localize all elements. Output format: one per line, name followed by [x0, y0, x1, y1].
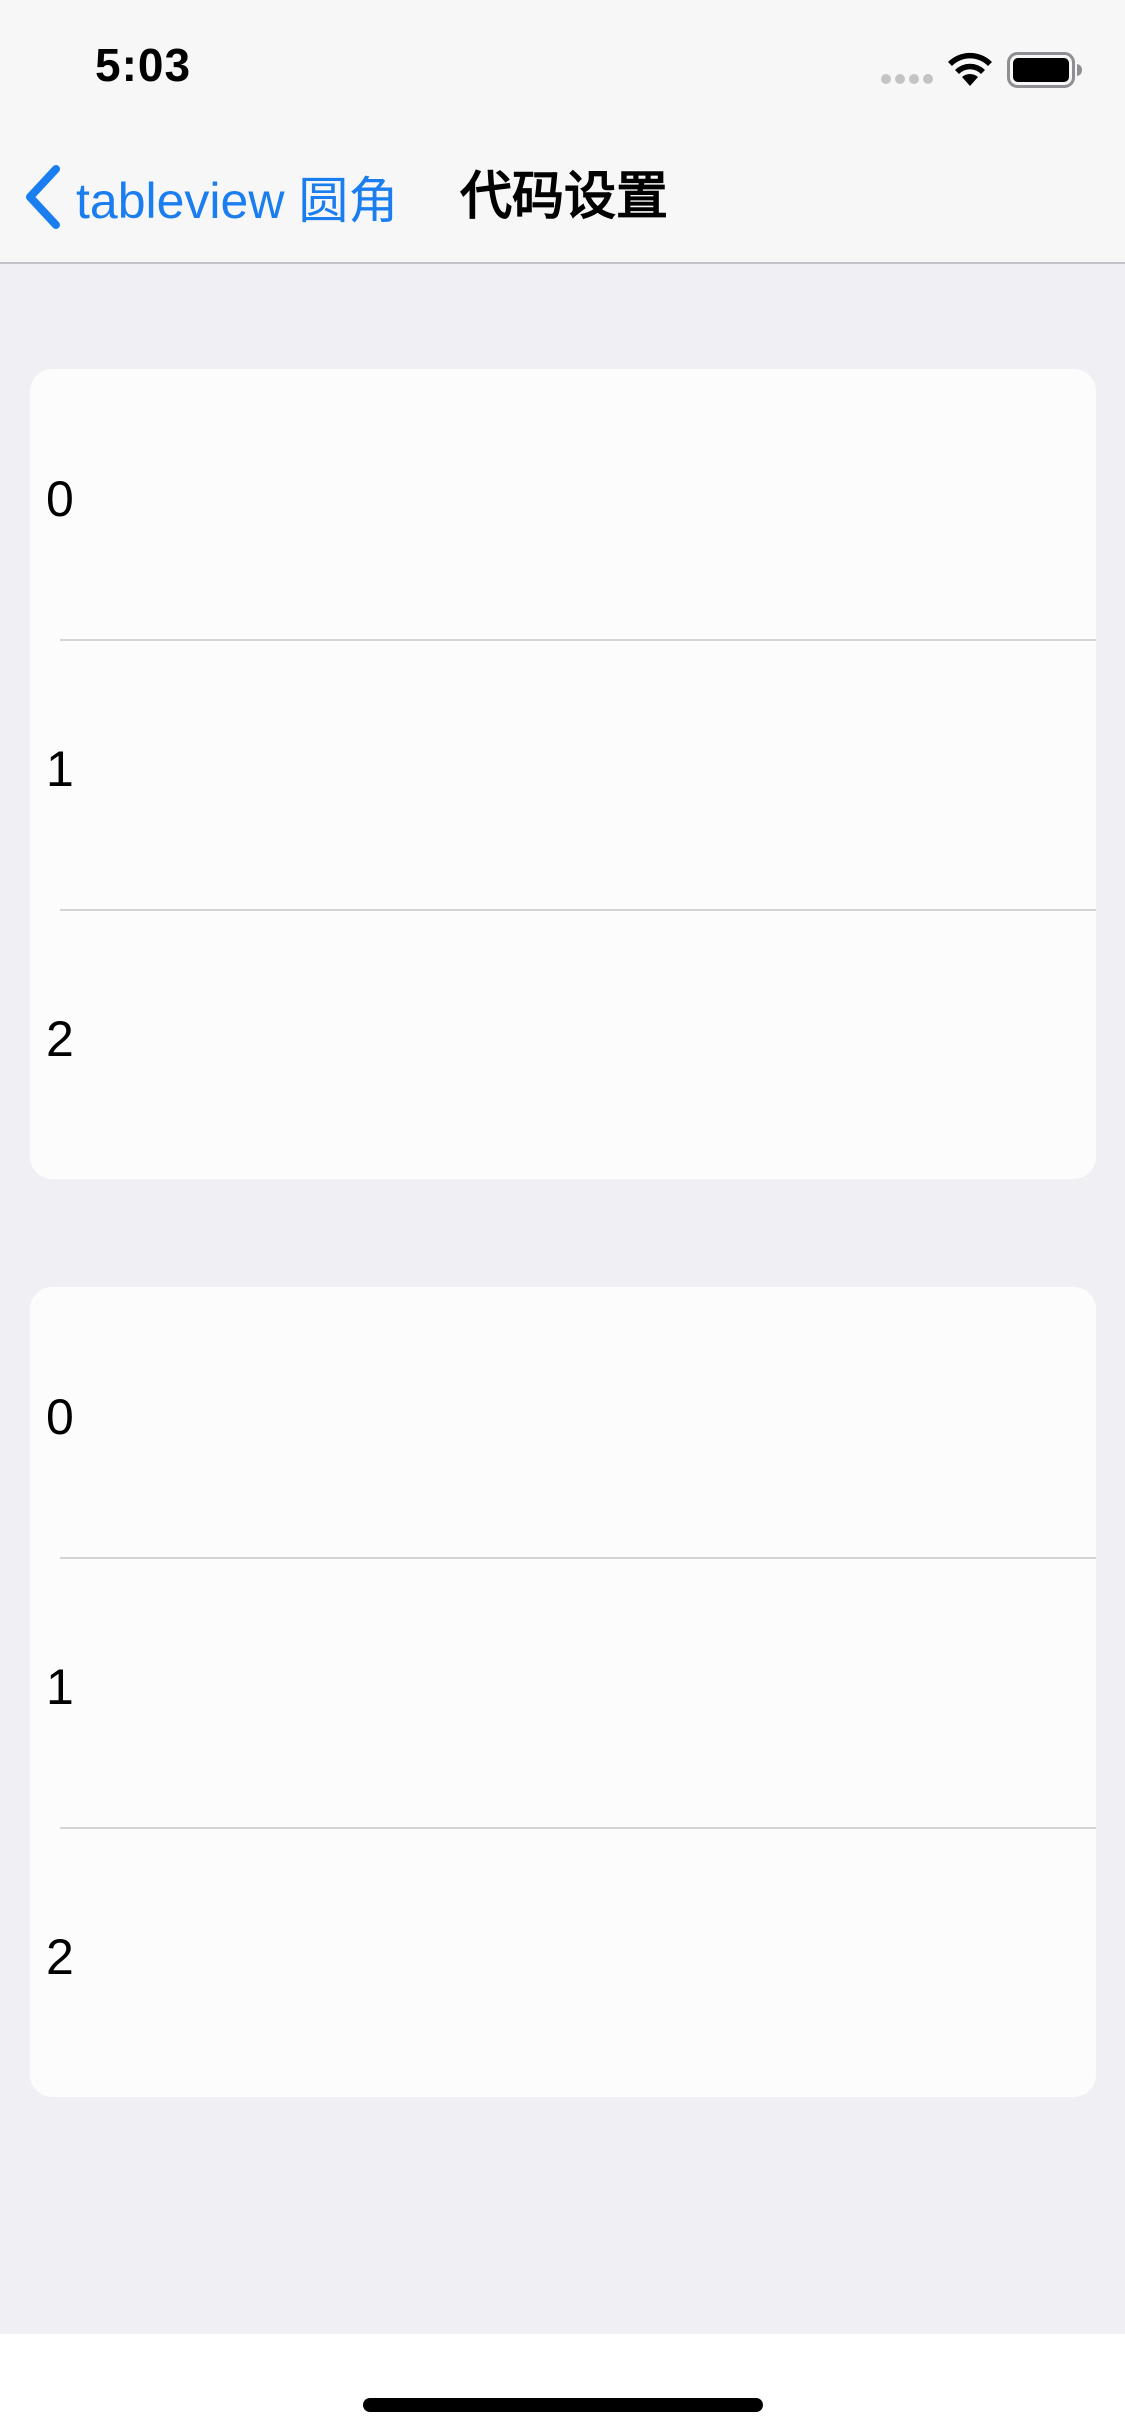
page-title: 代码设置 [460, 168, 669, 226]
status-bar: 5:03 [0, 0, 1125, 132]
table-row[interactable]: 2 [30, 1827, 1096, 2097]
row-label: 1 [46, 1659, 74, 1715]
table-row[interactable]: 1 [30, 639, 1096, 909]
battery-icon [1007, 52, 1082, 88]
cellular-signal-icon [881, 74, 933, 86]
status-time: 5:03 [95, 39, 192, 91]
table-row[interactable]: 0 [30, 369, 1096, 639]
back-button-label: tableview 圆角 [76, 173, 399, 229]
table-row[interactable]: 1 [30, 1557, 1096, 1827]
back-button[interactable]: tableview 圆角 [24, 162, 398, 232]
wifi-icon [948, 52, 992, 86]
home-indicator-area [0, 2334, 1125, 2436]
table-section-1: 0 1 2 [30, 369, 1096, 1179]
table-row[interactable]: 0 [30, 1287, 1096, 1557]
row-label: 2 [46, 1011, 74, 1067]
row-label: 0 [46, 471, 74, 527]
navigation-bar: tableview 圆角 代码设置 [0, 132, 1125, 264]
home-indicator[interactable] [363, 2398, 763, 2412]
row-label: 1 [46, 741, 74, 797]
row-label: 2 [46, 1929, 74, 1985]
row-label: 0 [46, 1389, 74, 1445]
table-section-2: 0 1 2 [30, 1287, 1096, 2097]
table-row[interactable]: 2 [30, 909, 1096, 1179]
chevron-left-icon [26, 165, 60, 229]
